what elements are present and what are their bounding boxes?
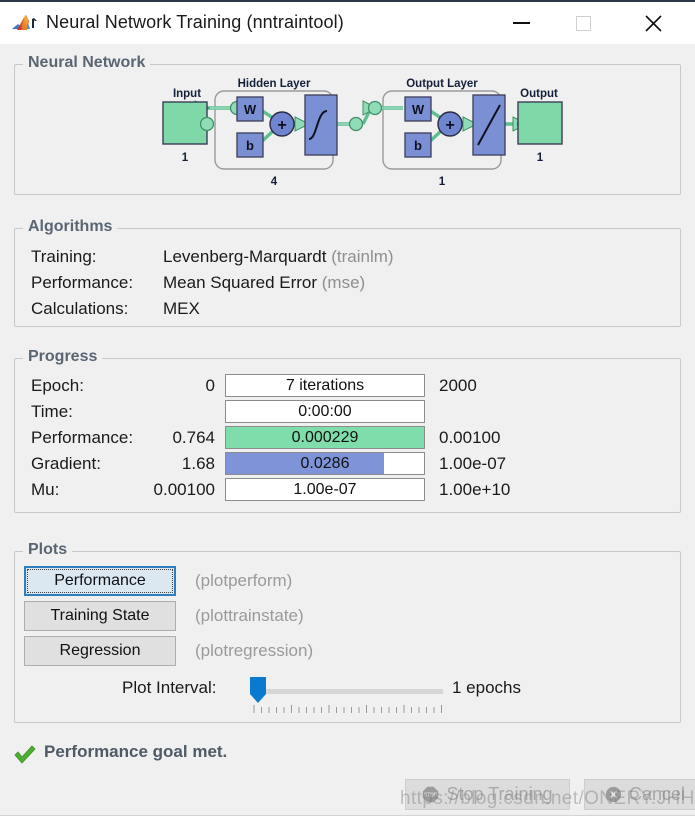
progress-bar-time: 0:00:00 [225, 400, 425, 423]
progress-bar-performance: 0.000229 [225, 426, 425, 449]
minimize-icon [498, 2, 544, 44]
algorithm-value: MEX [163, 299, 200, 319]
close-button[interactable] [630, 2, 676, 44]
svg-text:+: + [277, 117, 286, 134]
algorithms-group-title: Algorithms [23, 218, 117, 236]
plot-interval-tick-marks [253, 705, 443, 714]
window-title: Neural Network Training (nntraintool) [46, 12, 344, 33]
cancel-label: Cancel [629, 784, 685, 805]
status-message: Performance goal met. [44, 742, 227, 762]
neural-network-group: Neural Network Hidden Layer Output Layer [14, 64, 681, 195]
green-check-icon [14, 745, 36, 765]
algorithm-value-text: MEX [163, 299, 200, 318]
algorithm-label: Performance: [31, 273, 133, 293]
close-icon [630, 2, 676, 44]
progress-group-title: Progress [23, 348, 102, 366]
algorithm-value: Mean Squared Error (mse) [163, 273, 365, 293]
svg-text:Output Layer: Output Layer [406, 78, 478, 90]
nntraintool-window: Neural Network Training (nntraintool) Ne… [0, 0, 695, 823]
progress-row-gradient: Gradient: 1.68 0.0286 1.00e-07 [15, 452, 682, 476]
plot-function-name: (plotregression) [195, 641, 313, 661]
algorithms-group: Algorithms Training: Levenberg-Marquardt… [14, 228, 681, 327]
progress-min-value: 0.00100 [55, 480, 215, 500]
maximize-button[interactable] [560, 2, 606, 44]
plot-button-label: Performance [54, 572, 146, 590]
plot-training-state-button[interactable]: Training State [24, 601, 176, 631]
progress-bar-mu: 1.00e-07 [225, 478, 425, 501]
plot-function-name: (plottrainstate) [195, 606, 304, 626]
svg-text:W: W [244, 102, 257, 117]
svg-text:4: 4 [271, 176, 278, 188]
cancel-button[interactable]: Cancel [584, 779, 695, 810]
progress-label: Time: [31, 402, 73, 422]
svg-text:1: 1 [182, 152, 189, 164]
algorithm-function-name: (mse) [322, 273, 365, 292]
window-bottom-edge [0, 815, 695, 823]
plot-interval-slider-track[interactable] [253, 689, 443, 694]
progress-max-value: 1.00e+10 [439, 480, 510, 500]
progress-row-epoch: Epoch: 0 7 iterations 2000 [15, 374, 682, 398]
algorithm-value-text: Levenberg-Marquardt [163, 247, 326, 266]
progress-row-performance: Performance: 0.764 0.000229 0.00100 [15, 426, 682, 450]
progress-bar-label: 7 iterations [226, 375, 424, 396]
algorithm-label: Training: [31, 247, 97, 267]
algorithm-value-text: Mean Squared Error [163, 273, 317, 292]
plot-interval-value: 1 epochs [452, 678, 521, 698]
plot-interval-label: Plot Interval: [122, 678, 217, 698]
minimize-button[interactable] [498, 2, 544, 44]
maximize-icon [560, 2, 606, 44]
stop-sign-icon: STOP [422, 786, 439, 803]
progress-max-value: 1.00e-07 [439, 454, 506, 474]
plot-interval-row: Plot Interval: [15, 675, 682, 715]
svg-text:Output: Output [520, 88, 558, 100]
svg-text:1: 1 [439, 176, 446, 188]
plots-group-title: Plots [23, 541, 72, 559]
svg-text:W: W [412, 102, 425, 117]
svg-text:STOP: STOP [424, 793, 438, 799]
algorithm-label: Calculations: [31, 299, 128, 319]
progress-bar-gradient: 0.0286 [225, 452, 425, 475]
plot-performance-button[interactable]: Performance [24, 566, 176, 596]
title-bar: Neural Network Training (nntraintool) [0, 0, 695, 44]
svg-text:1: 1 [537, 152, 544, 164]
progress-group: Progress Epoch: 0 7 iterations 2000 Time… [14, 358, 681, 513]
svg-text:b: b [246, 138, 254, 153]
plot-interval-slider-thumb[interactable] [249, 676, 267, 704]
plot-button-label: Regression [60, 642, 141, 660]
cancel-circle-icon [605, 786, 622, 803]
progress-min-value: 0.764 [55, 428, 215, 448]
progress-max-value: 2000 [439, 376, 477, 396]
algorithm-value: Levenberg-Marquardt (trainlm) [163, 247, 394, 267]
progress-row-time: Time: 0:00:00 [15, 400, 682, 424]
svg-text:Hidden Layer: Hidden Layer [238, 78, 311, 90]
plot-function-name: (plotperform) [195, 571, 292, 591]
progress-bar-label: 0.000229 [226, 427, 424, 448]
progress-max-value: 0.00100 [439, 428, 500, 448]
stop-training-button[interactable]: STOP Stop Training [405, 779, 570, 810]
svg-text:Input: Input [173, 88, 201, 100]
svg-text:b: b [414, 138, 422, 153]
plot-button-label: Training State [50, 607, 149, 625]
svg-text:+: + [445, 117, 454, 134]
progress-bar-epoch: 7 iterations [225, 374, 425, 397]
plot-regression-button[interactable]: Regression [24, 636, 176, 666]
algorithm-function-name: (trainlm) [331, 247, 393, 266]
progress-bar-label: 0:00:00 [226, 401, 424, 422]
progress-bar-label: 0.0286 [226, 453, 424, 474]
stop-training-label: Stop Training [446, 784, 552, 805]
progress-min-value: 1.68 [55, 454, 215, 474]
progress-bar-label: 1.00e-07 [226, 479, 424, 500]
progress-row-mu: Mu: 0.00100 1.00e-07 1.00e+10 [15, 478, 682, 502]
plots-group: Plots Performance (plotperform) Training… [14, 551, 681, 723]
network-architecture-diagram: Hidden Layer Output Layer [15, 65, 682, 196]
progress-min-value: 0 [55, 376, 215, 396]
matlab-membrane-icon [12, 12, 38, 36]
